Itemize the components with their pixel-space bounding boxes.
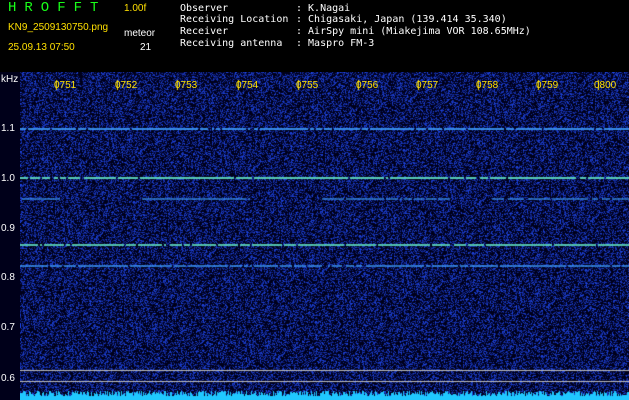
time-label: 0759 <box>536 80 559 91</box>
y-tick-label: 0.8 <box>1 272 15 283</box>
y-tick-label: 1.1 <box>1 123 15 134</box>
time-label: 0753 <box>175 80 198 91</box>
y-tick-label: 1.0 <box>1 173 15 184</box>
location-value: : Chigasaki, Japan (139.414 35.340) <box>296 14 507 25</box>
time-label: 0756 <box>356 80 379 91</box>
time-label: 0755 <box>296 80 319 91</box>
time-label: 0800 <box>594 80 617 91</box>
time-label: 0757 <box>416 80 439 91</box>
time-label: 0751 <box>54 80 77 91</box>
datetime-label: 25.09.13 07:50 <box>8 42 75 53</box>
app-name: HROFFT <box>8 0 107 16</box>
observer-value: : K.Nagai <box>296 3 351 14</box>
meteor-count: 21 <box>140 42 152 53</box>
observer-label: Observer <box>180 3 229 14</box>
y-tick-label: 0.9 <box>1 223 15 234</box>
meteor-label: meteor <box>124 28 156 39</box>
time-label: 0754 <box>236 80 259 91</box>
receiver-value: : AirSpy mini (Miakejima VOR 108.65MHz) <box>296 26 531 37</box>
frequency-axis: kHz 1.1 1.0 0.9 0.8 0.7 0.6 <box>0 72 20 400</box>
header: HROFFT 1.00f KN9_2509130750.png meteor 2… <box>0 0 629 72</box>
spectrogram-panel: kHz 1.1 1.0 0.9 0.8 0.7 0.6 0751 0752 07… <box>0 72 629 400</box>
y-tick-label: 0.7 <box>1 322 15 333</box>
filename-label: KN9_2509130750.png <box>8 22 109 33</box>
antenna-value: : Maspro FM-3 <box>296 38 375 49</box>
version-label: 1.00f <box>124 3 147 14</box>
spectrogram-canvas <box>20 72 629 400</box>
time-label: 0752 <box>115 80 138 91</box>
receiver-label: Receiver <box>180 26 229 37</box>
y-tick-label: 0.6 <box>1 373 15 384</box>
location-label: Receiving Location <box>180 14 289 25</box>
time-label: 0758 <box>476 80 499 91</box>
y-unit-label: kHz <box>1 74 19 85</box>
antenna-label: Receiving antenna <box>180 38 283 49</box>
